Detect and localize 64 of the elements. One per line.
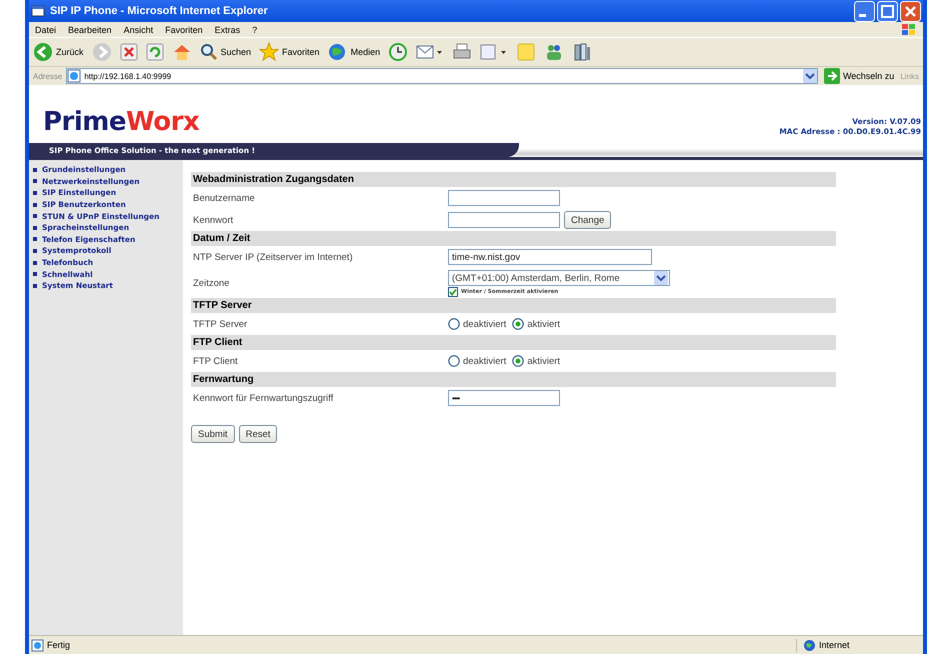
menu-item[interactable]: Bearbeiten [68,24,112,34]
search-button[interactable]: Suchen [200,43,252,61]
page-icon [67,69,82,83]
globe-icon [803,638,816,652]
star-icon [259,42,280,62]
radio-label: aktiviert [527,318,560,330]
minimize-icon[interactable] [854,0,875,22]
window-title: SIP IP Phone - Microsoft Internet Explorer [50,5,269,17]
field-label: Benutzername [192,192,256,204]
section-header: FTP Client [191,335,836,350]
refresh-icon[interactable] [146,43,164,61]
radio-label: deaktiviert [463,356,506,366]
field-label: TFTP Server [192,318,248,330]
timezone-select[interactable]: (GMT+01:00) Amsterdam, Berlin, Rome [448,270,670,286]
search-icon [200,43,218,61]
address-label: Adresse [33,72,62,80]
browser-icon [31,4,45,18]
back-button[interactable]: Zurück [33,42,84,62]
form-button[interactable]: Submit [191,425,235,443]
select-value: (GMT+01:00) Amsterdam, Berlin, Rome [452,272,620,284]
section-header: TFTP Server [191,298,836,313]
form-button[interactable]: Reset [238,425,278,443]
address-field[interactable]: http://192.168.1.40:9999 [66,68,818,84]
password-field[interactable] [448,212,560,228]
checkbox[interactable] [448,287,458,297]
section-header: Datum / Zeit [191,231,836,246]
windows-logo-icon [901,22,917,36]
printer-icon[interactable] [452,43,472,61]
change-button[interactable]: Change [564,211,612,229]
field-label: Kennwort für Fernwartungszugriff [192,392,334,404]
section-header: Fernwartung [191,372,836,387]
menu-item[interactable]: Favoriten [165,24,203,34]
zone-text: Internet [819,640,850,650]
password-field[interactable]: •••• [448,390,560,406]
stop-icon[interactable] [120,43,138,61]
radio-button[interactable] [448,355,460,367]
text-field[interactable] [448,190,560,206]
menu-item[interactable]: Ansicht [124,24,154,34]
radio-button[interactable] [512,318,524,330]
field-label: NTP Server IP (Zeitserver im Internet) [192,252,354,262]
favorites-button[interactable]: Favoriten [259,42,320,62]
section-header: Webadministration Zugangsdaten [191,172,836,187]
close-icon[interactable] [900,0,921,22]
home-icon[interactable] [172,43,192,61]
text-field[interactable]: time-nw.nist.gov [448,249,652,265]
radio-button[interactable] [448,318,460,330]
logo: PrimeWorx [43,107,200,137]
menu-item[interactable]: Datei [35,24,56,34]
radio-label: aktiviert [527,356,560,366]
maximize-icon[interactable] [877,0,898,22]
go-button[interactable]: Wechseln zu [822,68,896,84]
globe-icon [328,43,348,61]
field-label: FTP Client [192,356,239,366]
page-icon [31,638,44,652]
field-label: Kennwort [192,214,234,226]
url-text: http://192.168.1.40:9999 [84,72,172,80]
radio-button[interactable] [512,355,524,367]
status-text: Fertig [47,640,70,650]
field-label: Zeitzone [192,278,230,288]
mail-icon[interactable] [416,43,444,61]
menu-item[interactable]: Extras [214,24,240,34]
radio-label: deaktiviert [463,318,506,330]
media-button[interactable]: Medien [328,43,380,61]
menu-item[interactable]: ? [252,24,258,34]
